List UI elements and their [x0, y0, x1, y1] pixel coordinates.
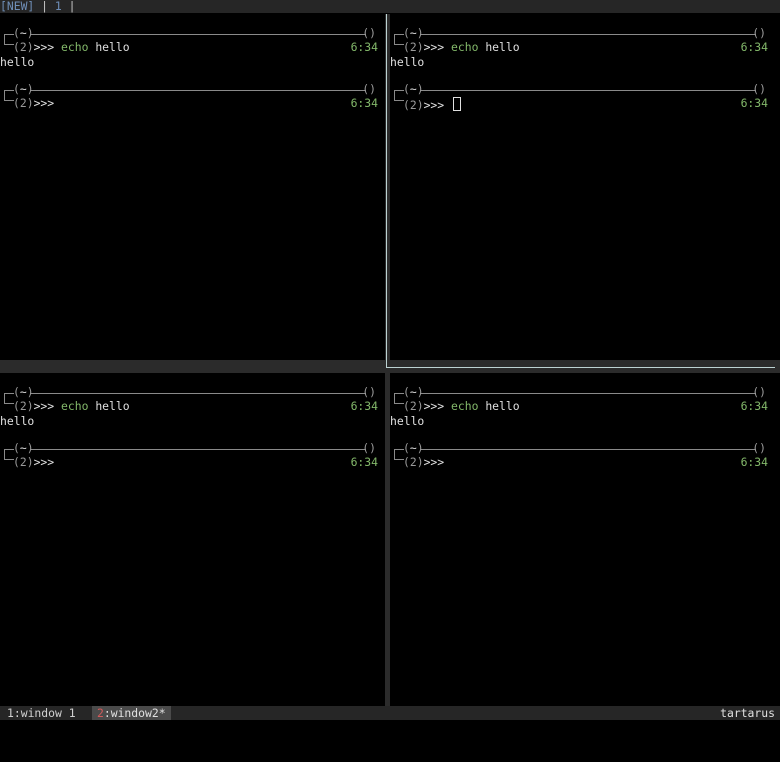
prompt-line: (2)>>> echo hello — [403, 399, 520, 413]
prompt-right-paren: () — [362, 441, 376, 455]
cwd-indicator: (~) — [13, 26, 34, 40]
command-output: hello — [0, 414, 35, 428]
cwd-indicator: (~) — [13, 441, 34, 455]
new-tag[interactable]: [NEW] — [0, 0, 34, 13]
prompt-line-active[interactable]: (2)>>> — [403, 97, 462, 112]
cwd-indicator: (~) — [403, 82, 424, 96]
command-output: hello — [0, 55, 35, 69]
prompt-right-paren: () — [752, 82, 766, 96]
prompt-line: (2)>>> — [13, 455, 55, 469]
prompt-rule — [420, 393, 756, 394]
prompt-rule — [420, 90, 756, 91]
prompt-right-paren: () — [362, 26, 376, 40]
window-tab-2-active[interactable]: 2:window2* — [92, 706, 171, 720]
prompt-time: 6:34 — [740, 399, 768, 413]
tmux-top-bar: [NEW] | 1 | — [0, 0, 780, 13]
command-arg: hello — [485, 399, 520, 413]
prompt-right-paren: () — [362, 82, 376, 96]
prompt-header: (~) () (2)>>> 6:34 — [0, 441, 378, 471]
active-pane-border-vertical — [386, 14, 387, 368]
command-name: echo — [451, 399, 479, 413]
command-name: echo — [451, 40, 479, 54]
terminal-pane-top-right[interactable]: (~) () (2)>>> echo hello 6:34 hello (~) … — [390, 14, 780, 360]
command-name: echo — [61, 399, 89, 413]
terminal-pane-bottom-right[interactable]: (~) () (2)>>> echo hello 6:34 hello (~) … — [390, 373, 780, 706]
prompt-header: (~) () (2)>>> echo hello 6:34 — [390, 385, 768, 415]
prompt-rule — [30, 393, 366, 394]
prompt-time: 6:34 — [740, 40, 768, 54]
top-bar-separator: | — [34, 0, 55, 13]
prompt-rule — [420, 449, 756, 450]
hostname: tartarus — [720, 706, 775, 720]
prompt-header: (~) () (2)>>> echo hello 6:34 — [390, 26, 768, 56]
pane-divider-vertical-bottom[interactable] — [385, 373, 390, 706]
cwd-indicator: (~) — [403, 26, 424, 40]
prompt-line: (2)>>> echo hello — [403, 40, 520, 54]
prompt-rule — [30, 449, 366, 450]
prompt-header: (~) () (2)>>> echo hello 6:34 — [0, 385, 378, 415]
top-bar-separator-end: | — [61, 0, 76, 13]
command-arg: hello — [485, 40, 520, 54]
command-output: hello — [390, 55, 425, 69]
command-arg: hello — [95, 40, 130, 54]
window-tab-1[interactable]: 1:window 1 — [7, 706, 76, 720]
top-bar-tab[interactable]: 1 — [55, 0, 62, 13]
prompt-right-paren: () — [752, 385, 766, 399]
terminal-pane-top-left[interactable]: (~) () (2)>>> echo hello 6:34 hello (~) … — [0, 14, 385, 360]
prompt-right-paren: () — [362, 385, 376, 399]
prompt-header: (~) () (2)>>> 6:34 — [390, 82, 768, 112]
prompt-time: 6:34 — [740, 455, 768, 469]
command-output: hello — [390, 414, 425, 428]
cwd-indicator: (~) — [403, 385, 424, 399]
text-cursor — [453, 97, 462, 111]
prompt-line: (2)>>> echo hello — [13, 399, 130, 413]
prompt-line: (2)>>> — [13, 96, 55, 110]
prompt-time: 6:34 — [350, 40, 378, 54]
prompt-right-paren: () — [752, 441, 766, 455]
active-pane-border-horizontal — [387, 367, 775, 368]
command-arg: hello — [95, 399, 130, 413]
cwd-indicator: (~) — [13, 82, 34, 96]
prompt-time: 6:34 — [350, 399, 378, 413]
prompt-line: (2)>>> echo hello — [13, 40, 130, 54]
prompt-line: (2)>>> — [403, 455, 445, 469]
prompt-time: 6:34 — [350, 96, 378, 110]
terminal-pane-bottom-left[interactable]: (~) () (2)>>> echo hello 6:34 hello (~) … — [0, 373, 385, 706]
prompt-header: (~) () (2)>>> echo hello 6:34 — [0, 26, 378, 56]
tmux-status-bar: 1:window 1 2:window2* tartarus — [0, 706, 780, 720]
prompt-time: 6:34 — [350, 455, 378, 469]
prompt-rule — [30, 34, 366, 35]
prompt-right-paren: () — [752, 26, 766, 40]
prompt-header: (~) () (2)>>> 6:34 — [0, 82, 378, 112]
command-name: echo — [61, 40, 89, 54]
cwd-indicator: (~) — [403, 441, 424, 455]
cwd-indicator: (~) — [13, 385, 34, 399]
prompt-header: (~) () (2)>>> 6:34 — [390, 441, 768, 471]
prompt-time: 6:34 — [740, 96, 768, 110]
prompt-rule — [420, 34, 756, 35]
prompt-rule — [30, 90, 366, 91]
